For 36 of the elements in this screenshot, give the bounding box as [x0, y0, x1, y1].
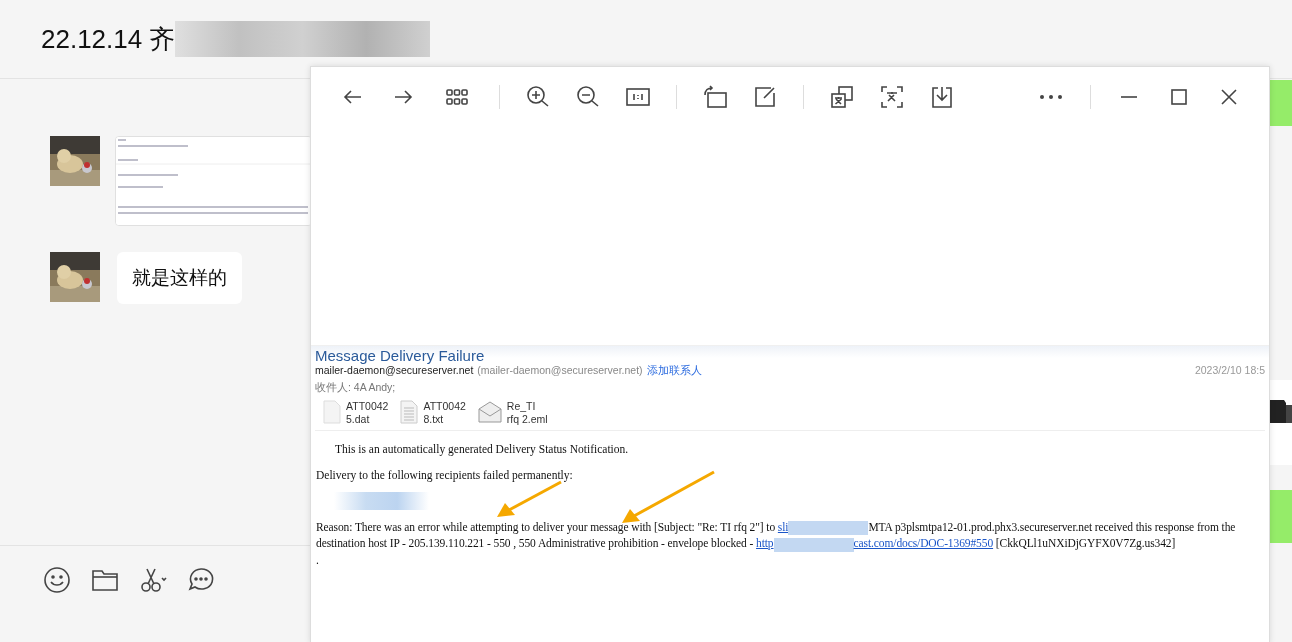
chat-title: 22.12.14 齐	[41, 22, 176, 56]
email-text: This is an automatically generated Delivery Status Notification.	[335, 443, 630, 455]
download-icon[interactable]	[930, 85, 954, 109]
translate-icon[interactable]	[830, 85, 854, 109]
attachment-name[interactable]: ATT0042 8.txt	[423, 400, 466, 426]
attachment-name[interactable]: ATT0042 5.dat	[346, 400, 389, 426]
sender-address: (mailer-daemon@secureserver.net)	[477, 364, 643, 376]
message-bubble	[1270, 490, 1292, 543]
actual-size-icon[interactable]	[626, 85, 650, 109]
attachment-name[interactable]: Re_TI rfq 2.eml	[506, 400, 548, 426]
text-scan-icon[interactable]	[880, 85, 904, 109]
email-text-line: Reason: There was an error while attempting to deliver your message with [Subject: "Re: TI rfq 2"] to sli MTA p3plsmtpa12-01.prod.phx3.secureserver.net received this response from the	[316, 519, 1264, 536]
recipients: 收件人: 4A Andy;	[315, 381, 397, 395]
link[interactable]: http	[756, 537, 774, 550]
envelope-icon	[477, 400, 502, 424]
email-thumbnail-drawing[interactable]	[115, 136, 312, 226]
text-file-icon	[400, 400, 419, 424]
message-bubble: 就是这样的	[117, 252, 242, 304]
scissors-icon[interactable]	[139, 566, 167, 594]
email-subject: Message Delivery Failure	[315, 347, 486, 364]
emoji-icon[interactable]	[43, 566, 71, 594]
email-text-line: .	[316, 552, 320, 568]
zoom-out-icon[interactable]	[576, 85, 600, 109]
file-icon	[323, 400, 341, 424]
message-bubble	[1270, 80, 1292, 126]
edit-icon[interactable]	[753, 85, 777, 109]
link[interactable]: cast.com/docs/DOC-1369#550	[853, 537, 994, 550]
zoom-in-icon[interactable]	[526, 85, 550, 109]
email-date: 2023/2/10 18:5	[1194, 364, 1265, 376]
rotate-icon[interactable]	[703, 85, 727, 109]
arrow	[495, 480, 563, 520]
add-contact-link[interactable]: 添加联系人	[646, 364, 702, 378]
email-text-line: destination host IP - 205.139.110.221 - 550 , 550 Administrative prohibition - envelope blocked - http cast.com/docs/DOC-1369#550 [CkkQLl1uNXiDjGYFX0V7Zg.us342]	[316, 536, 1177, 552]
link[interactable]: sli	[777, 521, 789, 533]
email-text: Delivery to the following recipients failed permanently:	[316, 469, 574, 481]
sender: mailer-daemon@secureserver.net	[315, 364, 474, 376]
